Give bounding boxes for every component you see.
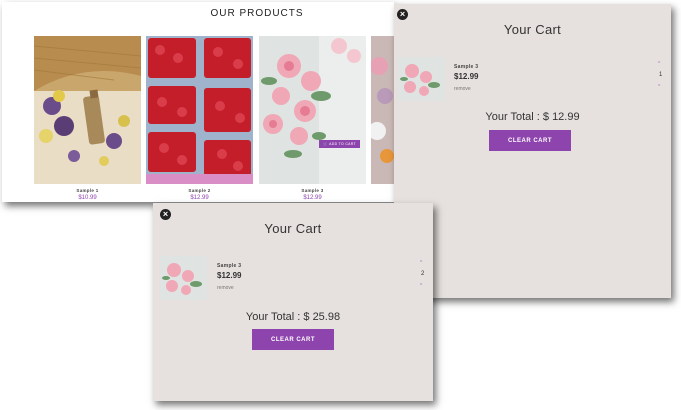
increase-quantity-icon[interactable]: ˆ: [658, 62, 660, 69]
cart-total: Your Total : $ 12.99: [485, 111, 580, 123]
cart-title: Your Cart: [264, 221, 322, 236]
clear-cart-button[interactable]: CLEAR CART: [489, 130, 571, 151]
products-page-screenshot: OUR PRODUCTS Sample 1 $10.99 Sample 2 $1…: [2, 2, 394, 202]
product-card[interactable]: [371, 36, 394, 184]
product-price: $10.99: [78, 195, 97, 201]
product-name: Sample 2: [188, 188, 211, 193]
product-name: Sample 3: [301, 188, 324, 193]
close-icon[interactable]: ×: [397, 9, 408, 20]
product-image-red-roses[interactable]: [146, 36, 253, 184]
cart-item-name: Sample 3: [454, 64, 479, 70]
product-name: Sample 1: [76, 188, 99, 193]
close-icon[interactable]: ×: [160, 209, 171, 220]
product-card[interactable]: Sample 2 $12.99: [146, 36, 253, 201]
remove-item-link[interactable]: remove: [217, 285, 234, 291]
clear-cart-button[interactable]: CLEAR CART: [252, 329, 334, 350]
cart-item-thumbnail: [160, 256, 207, 300]
cart-panel: × Your Cart Sample 3 $12.99 remove ˆ 2 ˇ…: [153, 203, 433, 401]
product-price: $12.99: [190, 195, 209, 201]
cart-item-price: $12.99: [217, 271, 242, 280]
add-to-cart-button[interactable]: 🛒 ADD TO CART: [319, 140, 360, 148]
item-quantity: 2: [421, 271, 425, 277]
product-price: $12.99: [303, 195, 322, 201]
remove-item-link[interactable]: remove: [454, 86, 471, 92]
page-title: OUR PRODUCTS: [210, 8, 304, 19]
product-card[interactable]: Sample 1 $10.99: [34, 36, 141, 201]
product-card[interactable]: 🛒 ADD TO CART Sample 3 $12.99: [259, 36, 366, 201]
cart-icon: 🛒: [323, 142, 329, 146]
item-quantity: 1: [659, 72, 663, 78]
product-image-pink-bouquet[interactable]: 🛒 ADD TO CART: [259, 36, 366, 184]
cart-item-thumbnail: [398, 57, 445, 101]
decrease-quantity-icon[interactable]: ˇ: [420, 284, 422, 291]
cart-item-name: Sample 3: [217, 263, 242, 269]
add-to-cart-label: ADD TO CART: [329, 142, 356, 146]
decrease-quantity-icon[interactable]: ˇ: [658, 85, 660, 92]
product-image-dried-flowers[interactable]: [34, 36, 141, 184]
cart-total: Your Total : $ 25.98: [245, 311, 341, 323]
cart-panel: × Your Cart Sample 3 $12.99 remove ˆ 1 ˇ…: [394, 4, 671, 298]
product-image-roses-partial[interactable]: [371, 36, 394, 184]
cart-item-price: $12.99: [454, 72, 479, 81]
increase-quantity-icon[interactable]: ˆ: [420, 261, 422, 268]
cart-title: Your Cart: [503, 22, 562, 37]
